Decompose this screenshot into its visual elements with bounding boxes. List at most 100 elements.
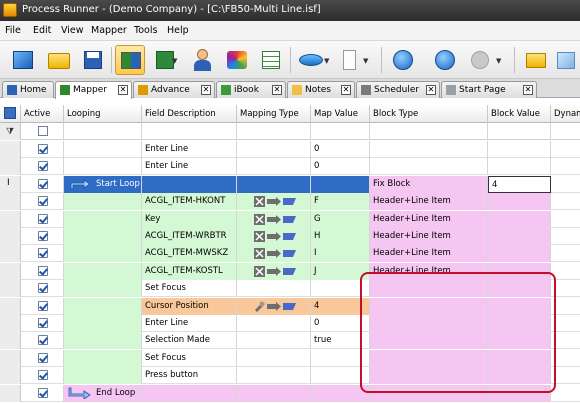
active-checkbox[interactable] xyxy=(38,231,48,241)
looping-cell[interactable] xyxy=(64,332,142,350)
tab-advance[interactable]: Advance ✕ xyxy=(133,81,215,98)
folder-run-button[interactable] xyxy=(522,45,552,75)
tab-scheduler[interactable]: Scheduler ✕ xyxy=(356,81,440,98)
column-mapping-type[interactable]: Mapping Type xyxy=(237,105,311,123)
looping-cell[interactable] xyxy=(64,262,142,280)
filter-block-value[interactable] xyxy=(488,123,551,140)
active-cell[interactable] xyxy=(21,193,64,211)
looping-cell[interactable] xyxy=(64,158,142,176)
row-indicator[interactable] xyxy=(0,210,21,228)
close-icon[interactable]: ✕ xyxy=(118,85,128,95)
table-row[interactable]: Enter Line 0 xyxy=(0,158,580,176)
row-indicator[interactable] xyxy=(0,158,21,176)
field-cell[interactable]: Selection Made xyxy=(142,332,237,350)
map-type-cell[interactable] xyxy=(237,280,311,298)
table-row[interactable]: ACGL_ITEM-MWSKZ I Header+Line Item xyxy=(0,245,580,263)
looping-cell[interactable] xyxy=(64,297,142,315)
block-value-cell[interactable] xyxy=(488,141,551,158)
block-value-cell[interactable] xyxy=(488,158,551,176)
looping-cell[interactable] xyxy=(64,367,142,385)
looping-cell[interactable] xyxy=(64,210,142,228)
field-cell[interactable]: Cursor Position xyxy=(142,297,237,315)
column-dynamic[interactable]: Dynam xyxy=(551,105,580,123)
active-cell[interactable] xyxy=(21,228,64,245)
map-type-cell[interactable] xyxy=(237,175,311,193)
active-cell[interactable] xyxy=(21,332,64,350)
field-cell[interactable]: ACGL_ITEM-WRBTR xyxy=(142,228,237,245)
map-type-cell[interactable] xyxy=(237,228,311,245)
row-indicator[interactable] xyxy=(0,245,21,263)
open-button[interactable] xyxy=(44,45,74,75)
row-indicator[interactable] xyxy=(0,384,21,402)
stop-dropdown-arrow[interactable]: ▼ xyxy=(496,57,501,65)
row-indicator[interactable]: I xyxy=(0,175,21,193)
close-icon[interactable]: ✕ xyxy=(272,85,282,95)
menu-view[interactable]: View xyxy=(61,25,84,36)
active-cell[interactable] xyxy=(21,297,64,315)
map-value-cell[interactable]: I xyxy=(311,245,370,263)
map-type-cell[interactable] xyxy=(237,210,311,228)
grid-settings-cell[interactable] xyxy=(0,105,21,123)
filter-looping[interactable] xyxy=(64,123,142,140)
looping-cell[interactable]: Start Loop xyxy=(64,175,142,193)
table-row[interactable]: Key G Header+Line Item xyxy=(0,210,580,228)
row-indicator[interactable] xyxy=(0,193,21,211)
active-cell[interactable] xyxy=(21,280,64,298)
block-value-cell[interactable]: 4 xyxy=(488,175,551,193)
field-cell[interactable] xyxy=(142,384,237,402)
run-with-search-button[interactable] xyxy=(430,45,460,75)
table-button[interactable] xyxy=(256,45,286,75)
looping-cell[interactable] xyxy=(64,193,142,211)
table-row[interactable]: Enter Line 0 xyxy=(0,141,580,158)
active-checkbox[interactable] xyxy=(38,335,48,346)
column-map-value[interactable]: Map Value xyxy=(311,105,370,123)
map-value-cell[interactable] xyxy=(311,175,370,193)
menu-tools[interactable]: Tools xyxy=(134,25,157,36)
filter-checkbox[interactable] xyxy=(38,126,48,136)
field-cell[interactable]: Enter Line xyxy=(142,158,237,176)
active-cell[interactable] xyxy=(21,349,64,367)
map-value-cell[interactable]: 0 xyxy=(311,158,370,176)
field-cell[interactable]: ACGL_ITEM-MWSKZ xyxy=(142,245,237,263)
block-type-cell[interactable] xyxy=(370,158,488,176)
new-script-button[interactable] xyxy=(8,45,38,75)
row-indicator[interactable] xyxy=(0,315,21,332)
map-type-cell[interactable] xyxy=(237,332,311,350)
filter-mapping-type[interactable] xyxy=(237,123,311,140)
active-cell[interactable] xyxy=(21,175,64,193)
menu-file[interactable]: File xyxy=(5,25,21,36)
active-checkbox[interactable] xyxy=(38,213,48,224)
looping-cell[interactable] xyxy=(64,315,142,332)
column-field-description[interactable]: Field Description xyxy=(142,105,237,123)
column-block-type[interactable]: Block Type xyxy=(370,105,488,123)
column-block-value[interactable]: Block Value xyxy=(488,105,551,123)
excel-dropdown-arrow[interactable]: ▼ xyxy=(172,57,177,65)
looping-cell[interactable] xyxy=(64,228,142,245)
save-button[interactable] xyxy=(78,45,108,75)
menu-edit[interactable]: Edit xyxy=(33,25,51,36)
field-cell[interactable] xyxy=(142,175,237,193)
palette-button[interactable] xyxy=(222,45,252,75)
row-indicator[interactable] xyxy=(0,367,21,385)
active-cell[interactable] xyxy=(21,384,64,402)
block-value-cell[interactable] xyxy=(488,193,551,211)
field-cell[interactable]: Set Focus xyxy=(142,280,237,298)
menu-mapper[interactable]: Mapper xyxy=(91,25,127,36)
map-type-cell[interactable] xyxy=(237,262,311,280)
row-indicator[interactable] xyxy=(0,141,21,158)
block-type-cell[interactable] xyxy=(370,141,488,158)
active-checkbox[interactable] xyxy=(38,144,48,154)
map-type-cell[interactable] xyxy=(237,158,311,176)
filter-block-type[interactable] xyxy=(370,123,488,140)
block-type-cell[interactable]: Header+Line Item xyxy=(370,193,488,211)
block-type-cell[interactable]: Header+Line Item xyxy=(370,210,488,228)
user-button[interactable] xyxy=(188,45,218,75)
row-indicator[interactable] xyxy=(0,280,21,298)
map-value-cell[interactable]: 0 xyxy=(311,141,370,158)
active-cell[interactable] xyxy=(21,367,64,385)
active-cell[interactable] xyxy=(21,210,64,228)
document-button[interactable] xyxy=(334,45,364,75)
row-indicator[interactable] xyxy=(0,228,21,245)
mapper-button[interactable] xyxy=(115,45,145,75)
active-checkbox[interactable] xyxy=(38,265,48,276)
